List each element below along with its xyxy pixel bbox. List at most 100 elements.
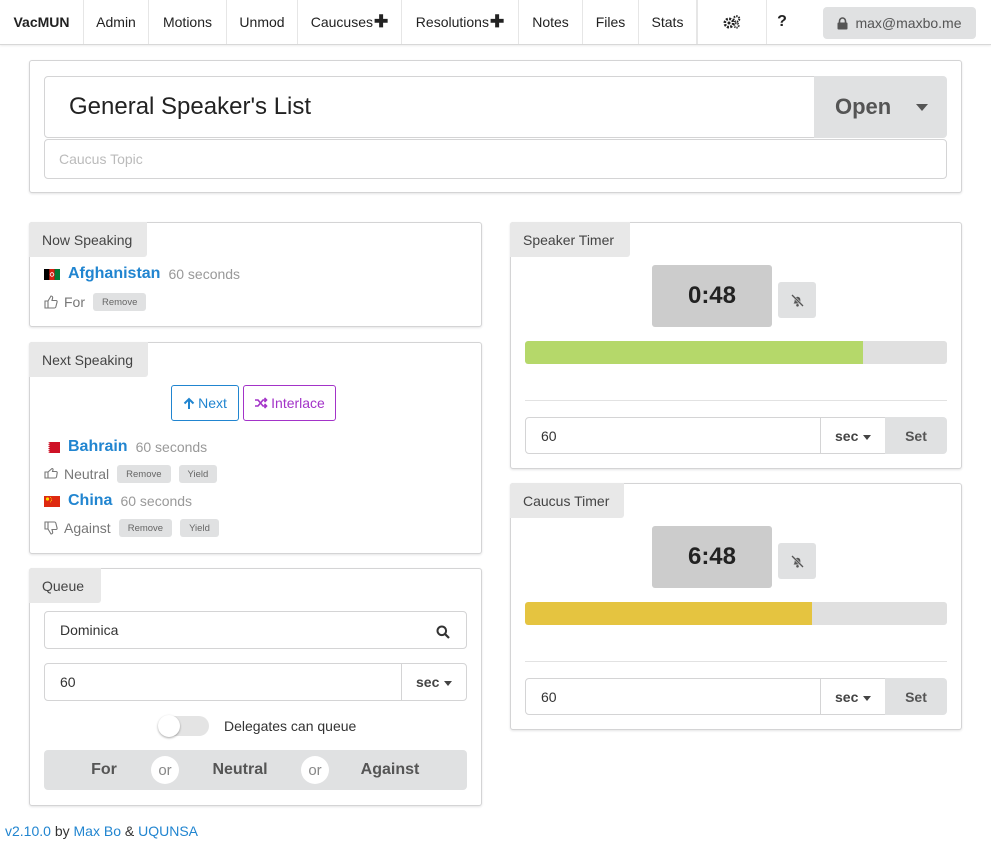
stance-label: For (64, 294, 85, 310)
footer-by: by (54, 823, 70, 839)
nav-files-label: Files (595, 14, 626, 30)
country-name[interactable]: Afghanistan (68, 265, 160, 283)
nav-motions-label: Motions (162, 14, 213, 30)
caret-down-icon (863, 696, 871, 701)
nav-unmod[interactable]: Unmod (227, 0, 298, 44)
country-name[interactable]: China (68, 492, 112, 510)
queue-label: Queue (29, 568, 101, 603)
speaking-duration: 60 seconds (135, 439, 208, 455)
speaker-timer-time: 0:48 (687, 282, 737, 309)
stance: Neutral (44, 466, 109, 482)
speaker-timer-input[interactable]: 60 (525, 417, 821, 454)
caucus-status-dropdown[interactable]: Open (814, 76, 947, 138)
nav-stats[interactable]: Stats (639, 0, 697, 44)
queue-unit-dropdown[interactable]: sec (401, 663, 467, 701)
caucus-status-label: Open (835, 94, 892, 119)
help-button[interactable]: ? (767, 0, 797, 44)
settings-button[interactable] (697, 0, 767, 44)
thumbs-sideways-icon (44, 467, 58, 479)
lock-icon (837, 16, 848, 29)
user-menu-button[interactable]: max@maxbo.me (823, 7, 976, 39)
next-speaking-label: Next Speaking (29, 342, 148, 377)
caucus-timer-set-button[interactable]: Set (885, 678, 947, 715)
nav-admin-label: Admin (96, 14, 136, 30)
or-divider: or (301, 756, 329, 784)
nav-stats-label: Stats (651, 14, 684, 30)
caucus-timer-display[interactable]: 6:48 (652, 526, 772, 588)
country-name[interactable]: Bahrain (68, 438, 128, 456)
brand-link[interactable]: VacMUN (0, 0, 84, 44)
thumbs-up-icon (44, 295, 58, 309)
caucus-timer-label: Caucus Timer (510, 483, 624, 518)
speaker-timer-set-button[interactable]: Set (885, 417, 947, 454)
bell-slash-icon (790, 554, 804, 568)
user-email: max@maxbo.me (855, 15, 962, 31)
caucus-topic-input[interactable]: Caucus Topic (44, 139, 947, 179)
speaker-timer-progress-fill (525, 341, 863, 364)
speaker-timer-input-value: 60 (541, 427, 557, 444)
help-icon: ? (777, 13, 787, 30)
yield-button[interactable]: Yield (180, 519, 219, 537)
against-label: Against (360, 761, 420, 778)
caret-down-icon (916, 104, 928, 111)
china-flag-icon (44, 495, 60, 507)
remove-button[interactable]: Remove (117, 465, 171, 483)
set-label: Set (905, 688, 927, 705)
next-button[interactable]: Next (171, 385, 239, 421)
stance-label: Neutral (64, 466, 110, 482)
or-divider: or (151, 756, 179, 784)
next-button-label: Next (198, 395, 227, 411)
nav-resolutions-label: Resolutions (415, 14, 489, 30)
org-link[interactable]: UQUNSA (138, 823, 198, 839)
queue-duration-value: 60 (60, 674, 76, 690)
interlace-button[interactable]: Interlace (243, 385, 336, 421)
nav-caucuses-label: Caucuses (310, 14, 373, 30)
caucus-timer-progress (525, 602, 947, 625)
divider (525, 661, 947, 662)
for-label: For (91, 761, 117, 778)
queue-duration-input[interactable]: 60 (44, 663, 402, 701)
speaking-duration: 60 seconds (120, 493, 193, 509)
speaker-timer-unit-dropdown[interactable]: sec (820, 417, 886, 454)
nav-resolutions[interactable]: Resolutions ✚ (402, 0, 519, 44)
shuffle-icon (255, 397, 268, 409)
caret-down-icon (444, 681, 452, 686)
plus-icon: ✚ (489, 12, 505, 31)
stance-label: Against (64, 520, 111, 536)
nav-motions[interactable]: Motions (149, 0, 227, 44)
author-link[interactable]: Max Bo (74, 823, 121, 839)
neutral-button[interactable]: Neutral (179, 750, 301, 790)
neutral-label: Neutral (212, 761, 268, 778)
search-icon (436, 625, 450, 639)
caucus-timer-unit-label: sec (835, 688, 859, 705)
bell-slash-icon (790, 293, 804, 307)
delegates-queue-label: Delegates can queue (224, 718, 357, 734)
brand-label: VacMUN (13, 14, 70, 30)
caucus-timer-input[interactable]: 60 (525, 678, 821, 715)
remove-button[interactable]: Remove (93, 293, 147, 311)
bahrain-flag-icon (44, 441, 60, 453)
nav-files[interactable]: Files (583, 0, 639, 44)
caucus-timer-mute-button[interactable] (778, 543, 816, 579)
nav-admin[interactable]: Admin (84, 0, 149, 44)
country-search-dropdown[interactable]: Dominica (44, 611, 467, 649)
stance: Against (44, 520, 111, 536)
caucus-timer-unit-dropdown[interactable]: sec (820, 678, 886, 715)
set-label: Set (905, 427, 927, 444)
speaker-timer-mute-button[interactable] (778, 282, 816, 318)
remove-button[interactable]: Remove (118, 519, 173, 537)
speaking-duration: 60 seconds (168, 266, 241, 282)
nav-notes[interactable]: Notes (519, 0, 583, 44)
caucus-timer-progress-fill (525, 602, 812, 625)
caucus-title-input[interactable]: General Speaker's List (44, 76, 816, 138)
now-speaking-speaker: Afghanistan 60 seconds (44, 265, 240, 283)
caucus-title: General Speaker's List (69, 93, 312, 120)
speaker-timer-display[interactable]: 0:48 (652, 265, 772, 327)
delegates-queue-toggle[interactable] (158, 715, 209, 737)
version-link[interactable]: v2.10.0 (5, 823, 51, 839)
next-speaker-row: Bahrain 60 seconds (44, 438, 207, 456)
nav-caucuses[interactable]: Caucuses ✚ (298, 0, 402, 44)
against-button[interactable]: Against (329, 750, 451, 790)
yield-button[interactable]: Yield (178, 465, 218, 483)
for-button[interactable]: For (44, 750, 164, 790)
